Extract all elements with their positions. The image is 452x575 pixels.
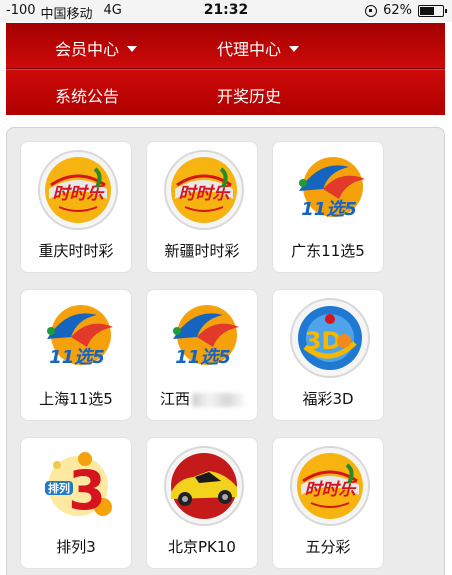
rotation-lock-icon bbox=[365, 4, 378, 17]
game-tile[interactable]: 11选5 广东11选5 bbox=[272, 141, 384, 273]
shishicai-logo-icon: 时时乐 bbox=[290, 446, 370, 526]
game-label: 福彩3D bbox=[302, 390, 354, 408]
race-car-logo-icon bbox=[164, 446, 244, 526]
11xuan5-logo-icon: 11选5 bbox=[47, 305, 113, 368]
game-label: 新疆时时彩 bbox=[164, 242, 240, 260]
fucai3d-logo-icon: 3D bbox=[290, 298, 370, 378]
logo-text: 11选5 bbox=[301, 199, 357, 220]
logo-text: 3D bbox=[305, 327, 342, 355]
main-menu: 会员中心 代理中心 系统公告 开奖历史 bbox=[6, 23, 445, 115]
game-label-text: 江西 bbox=[159, 390, 190, 408]
battery-fill bbox=[420, 6, 434, 15]
status-icons: 62% bbox=[365, 3, 447, 18]
game-label: 上海11选5 bbox=[39, 390, 113, 408]
logo-text: 排列 bbox=[48, 481, 70, 495]
member-center-dropdown[interactable]: 会员中心 bbox=[55, 36, 138, 60]
game-label: 北京PK10 bbox=[168, 538, 236, 556]
11xuan5-logo-icon: 11选5 bbox=[299, 157, 365, 220]
pailie3-logo-icon: 3 排列 bbox=[45, 452, 112, 522]
announcements-link[interactable]: 系统公告 bbox=[55, 83, 119, 107]
battery-percent: 62% bbox=[383, 3, 412, 18]
game-label: 江西 bbox=[147, 388, 257, 409]
game-tile[interactable]: 时时乐 重庆时时彩 bbox=[20, 141, 132, 273]
chevron-down-icon bbox=[127, 46, 138, 52]
logo-text: 11选5 bbox=[175, 347, 231, 368]
game-tile[interactable]: 时时乐 五分彩 bbox=[272, 437, 384, 569]
status-bar: -100 中国移动 4G 21:32 62% bbox=[0, 0, 452, 22]
shishicai-logo-icon: 时时乐 bbox=[164, 150, 244, 230]
game-label: 五分彩 bbox=[305, 538, 351, 556]
menu-row-1: 会员中心 代理中心 bbox=[6, 23, 445, 69]
member-center-label: 会员中心 bbox=[55, 40, 120, 59]
game-tile[interactable]: 3D 福彩3D bbox=[272, 289, 384, 421]
11xuan5-logo-icon: 11选5 bbox=[173, 305, 239, 368]
logo-text: 11选5 bbox=[49, 347, 105, 368]
battery-icon bbox=[418, 4, 447, 17]
chevron-down-icon bbox=[289, 46, 300, 52]
game-label: 重庆时时彩 bbox=[38, 242, 114, 260]
game-tile[interactable]: 11选5 上海11选5 bbox=[20, 289, 132, 421]
game-tile[interactable]: 11选5 江西 bbox=[146, 289, 258, 421]
game-tile[interactable]: 北京PK10 bbox=[146, 437, 258, 569]
draw-history-link[interactable]: 开奖历史 bbox=[217, 83, 281, 107]
blurred-text bbox=[192, 392, 244, 407]
shishicai-logo-icon: 时时乐 bbox=[38, 150, 118, 230]
game-label: 排列3 bbox=[56, 538, 96, 556]
logo-text: 3 bbox=[68, 459, 106, 522]
games-panel: 时时乐 重庆时时彩 时时乐 新疆时时彩 11选5 广东11选5 11选5 上海1… bbox=[6, 127, 445, 575]
agent-center-dropdown[interactable]: 代理中心 bbox=[217, 36, 300, 60]
game-label: 广东11选5 bbox=[291, 242, 365, 260]
agent-center-label: 代理中心 bbox=[217, 40, 282, 59]
menu-row-2: 系统公告 开奖历史 bbox=[6, 69, 445, 115]
game-tile[interactable]: 时时乐 新疆时时彩 bbox=[146, 141, 258, 273]
game-tile[interactable]: 3 排列 排列3 bbox=[20, 437, 132, 569]
